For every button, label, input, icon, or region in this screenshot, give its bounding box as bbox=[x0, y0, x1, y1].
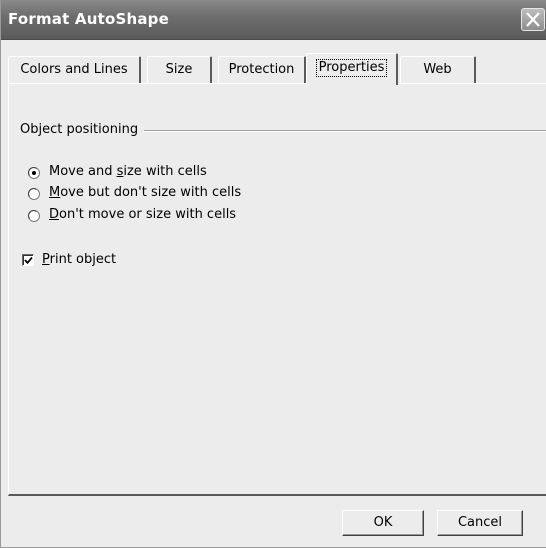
tab-properties[interactable]: Properties bbox=[306, 53, 398, 85]
print-object-checkbox[interactable] bbox=[22, 254, 34, 266]
tab-label: Web bbox=[423, 62, 452, 77]
radio-label: Move and size with cells bbox=[49, 164, 207, 179]
tab-web[interactable]: Web bbox=[400, 56, 476, 84]
radio-label: Don't move or size with cells bbox=[49, 207, 237, 222]
radio-selected-icon[interactable] bbox=[28, 166, 40, 179]
tab-label: Properties bbox=[315, 59, 388, 77]
close-button[interactable] bbox=[521, 8, 545, 31]
tab-label: Colors and Lines bbox=[20, 62, 128, 77]
tab-size[interactable]: Size bbox=[147, 56, 212, 84]
tab-label: Size bbox=[165, 62, 193, 77]
dialog-title: Format AutoShape bbox=[8, 10, 169, 28]
tab-label: Protection bbox=[228, 62, 295, 77]
radio-label: Move but don't size with cells bbox=[49, 185, 242, 200]
format-autoshape-dialog: Format AutoShape Colors and Lines Size P… bbox=[0, 0, 546, 548]
tab-colors-and-lines[interactable]: Colors and Lines bbox=[8, 56, 141, 84]
cancel-button[interactable]: Cancel bbox=[437, 510, 523, 536]
print-object-label: Print object bbox=[42, 252, 117, 267]
title-bar[interactable]: Format AutoShape bbox=[1, 0, 546, 40]
radio-unselected-icon[interactable] bbox=[28, 187, 40, 200]
properties-panel: Object positioning Move and size with ce… bbox=[8, 83, 546, 496]
tab-protection[interactable]: Protection bbox=[218, 56, 306, 84]
object-positioning-label: Object positioning bbox=[20, 122, 145, 137]
ok-button[interactable]: OK bbox=[342, 510, 424, 536]
radio-unselected-icon[interactable] bbox=[28, 209, 40, 222]
